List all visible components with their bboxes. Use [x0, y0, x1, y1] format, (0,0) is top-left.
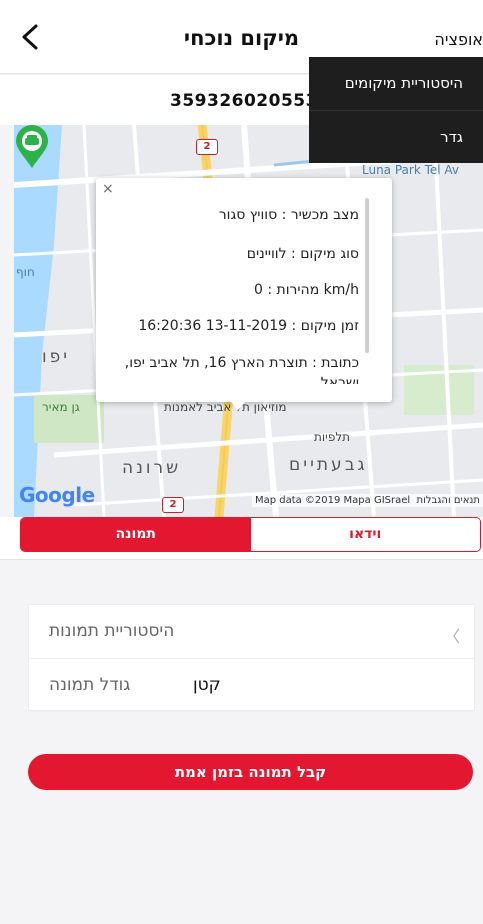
get-live-photo-button[interactable]: קבל תמונה בזמן אמת — [28, 754, 473, 790]
options-menu: היסטוריית מיקומים גדר — [309, 57, 483, 163]
photo-history-label: היסטוריית תמונות — [49, 621, 175, 641]
map-label-sharona: שרונה — [122, 458, 182, 478]
page-title: מיקום נוכחי — [183, 26, 300, 50]
road-2-shield: 2 — [196, 139, 218, 155]
location-info-popup: × מצב מכשיר : סוויץ סגור סוג מיקום : לוו… — [96, 178, 392, 402]
map-label-givatayim: גבעתיים — [289, 455, 368, 475]
map-label-hill: תלפיות — [314, 430, 351, 444]
map-attribution: Map data ©2019 Mapa GISrael תנאים והגבלו… — [251, 494, 483, 507]
tab-photo[interactable]: תמונה — [21, 518, 251, 551]
photo-settings-list: 〈 היסטוריית תמונות גודל תמונה קטן — [28, 604, 476, 711]
device-status: מצב מכשיר : סוויץ סגור — [218, 207, 359, 223]
photo-history-row[interactable]: 〈 היסטוריית תמונות — [29, 605, 476, 658]
location-time: זמן מיקום : 13-11-2019 16:20:36 — [138, 318, 359, 334]
media-tabs: תמונה וידאו — [20, 517, 481, 552]
road-2-shield: 2 — [162, 497, 184, 513]
map-label-luna-park: Luna Park Tel Av — [362, 163, 460, 177]
location-pin-icon[interactable] — [14, 125, 50, 169]
map-label-meir-park: גן מאיר — [42, 400, 80, 414]
menu-item-geofence[interactable]: גדר — [309, 110, 483, 163]
device-imei: 359326020553 — [170, 91, 318, 111]
popup-pointer — [229, 400, 247, 410]
chevron-left-icon: 〈 — [444, 627, 461, 646]
photo-size-row[interactable]: גודל תמונה קטן — [29, 658, 476, 711]
speed: km/h מהירות : 0 — [253, 282, 359, 298]
menu-item-location-history[interactable]: היסטוריית מיקומים — [309, 57, 483, 110]
popup-content: מצב מכשיר : סוויץ סגור סוג מיקום : לוויי… — [104, 178, 359, 384]
address: כתובת : תוצרת הארץ 16, תל אביב יפו, ישרא… — [124, 355, 359, 384]
map-label-museum: מוזיאון תל אביב לאמנות — [164, 400, 287, 414]
options-button[interactable]: אופציה — [434, 30, 483, 49]
map-label-beach: חוף — [16, 265, 35, 279]
tab-video[interactable]: וידאו — [250, 518, 480, 551]
photo-size-label: גודל תמונה — [49, 675, 131, 695]
photo-size-value[interactable]: קטן — [193, 675, 221, 695]
popup-scrollbar[interactable] — [365, 198, 369, 353]
map-label-jaffa: יפו — [42, 347, 71, 367]
google-logo: Google — [19, 483, 95, 507]
location-type: סוג מיקום : לוויינים — [246, 246, 359, 262]
media-tabs-bar: תמונה וידאו — [0, 517, 483, 560]
